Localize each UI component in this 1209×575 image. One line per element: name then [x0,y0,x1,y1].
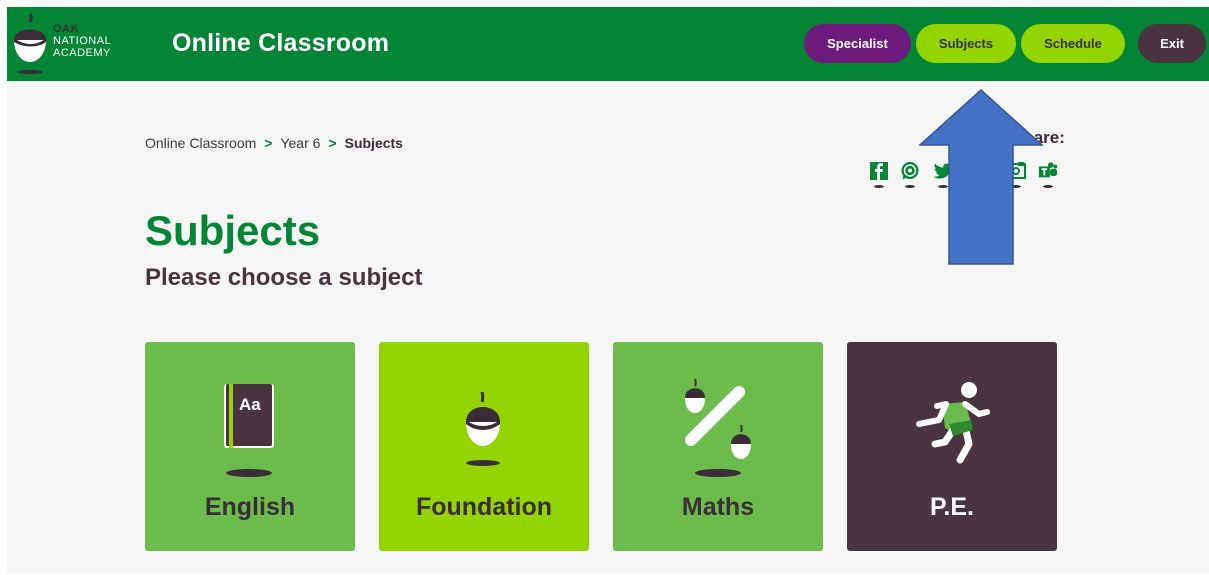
specialist-button[interactable]: Specialist [804,24,911,63]
facebook-icon[interactable] [869,161,889,188]
chevron-right-icon: > [328,135,337,151]
logo-text-oak: OAK [53,23,79,35]
logo-text-national: NATIONAL [53,35,112,47]
subject-tile-english[interactable]: Aa English [145,342,355,551]
annotation-arrow-up-icon [919,89,1043,265]
svg-text:Aa: Aa [239,395,261,414]
page-title: Subjects [145,207,321,254]
breadcrumb-year-6[interactable]: Year 6 [280,135,320,151]
logo-wordmark: OAK NATIONAL ACADEMY [53,23,111,59]
page-subtitle: Please choose a subject [145,264,423,291]
book-icon: Aa [224,384,274,477]
subject-tile-pe[interactable]: P.E. [847,342,1057,551]
breadcrumb-current: Subjects [344,135,403,151]
breadcrumb-online-classroom[interactable]: Online Classroom [145,135,256,151]
breadcrumb: Online Classroom > Year 6 > Subjects [145,135,403,151]
exit-button[interactable]: Exit [1138,24,1206,63]
subjects-button[interactable]: Subjects [916,24,1016,63]
acorn-icon [466,391,500,466]
logo-text-academy: ACADEMY [53,47,111,59]
subject-label: English [204,493,296,521]
app-title[interactable]: Online Classroom [172,29,389,58]
oak-acorn-logo-icon[interactable] [10,12,52,74]
runner-icon [916,382,990,464]
subject-tile-foundation[interactable]: Foundation [379,342,589,551]
schedule-button[interactable]: Schedule [1021,24,1125,63]
subject-tile-maths[interactable]: Maths [613,342,823,551]
percent-icon [685,378,751,477]
subject-label: Foundation [415,493,553,521]
chevron-right-icon: > [264,135,273,151]
subject-label: P.E. [929,493,975,521]
browser-viewport: OAK NATIONAL ACADEMY Online Classroom Sp… [7,7,1209,573]
whatsapp-icon[interactable] [900,161,920,188]
top-navigation-bar: OAK NATIONAL ACADEMY Online Classroom Sp… [7,7,1209,81]
subject-label: Maths [681,493,755,521]
